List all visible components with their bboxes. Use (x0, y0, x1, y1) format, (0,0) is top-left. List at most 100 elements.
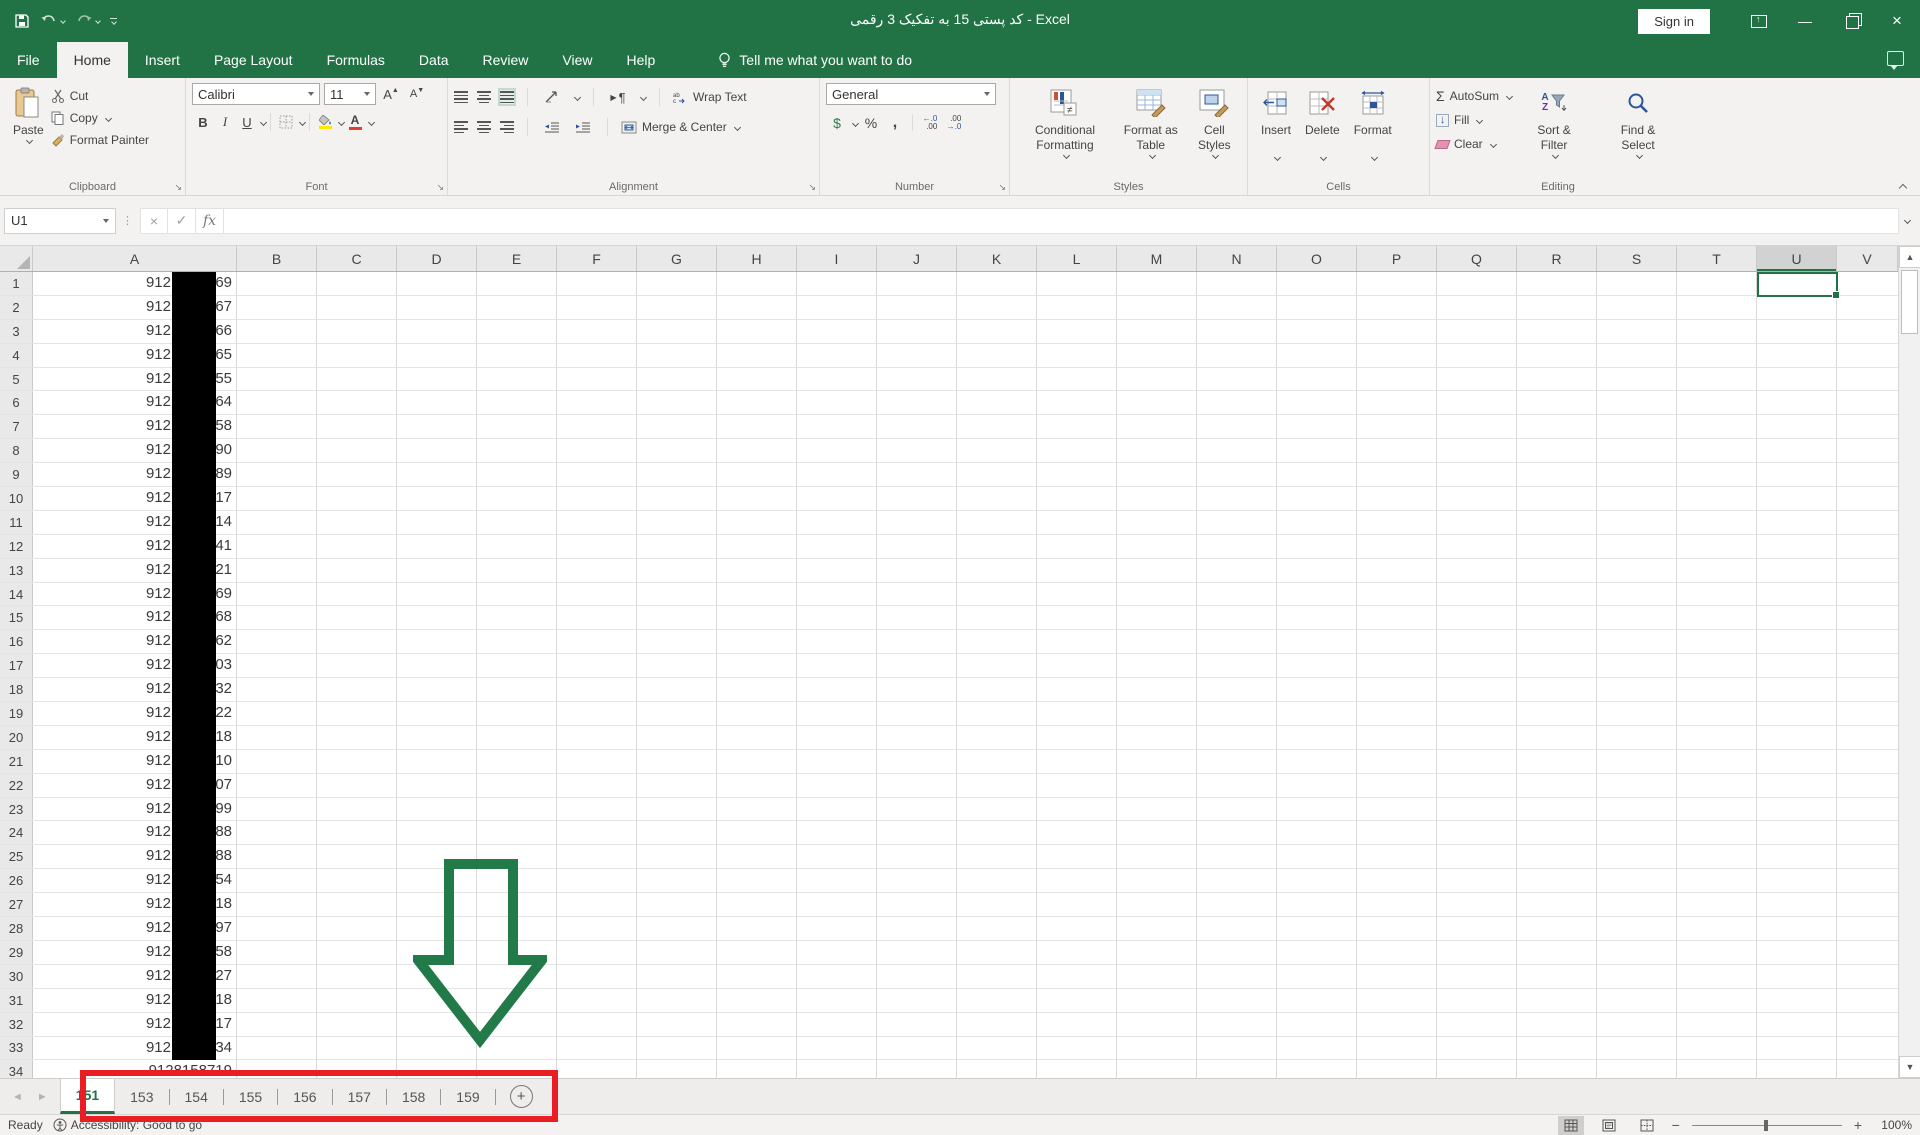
expand-formula-bar-icon[interactable] (1903, 216, 1912, 225)
bold-button[interactable]: B (192, 111, 214, 133)
conditional-formatting-button[interactable]: ≠ Conditional Formatting (1016, 83, 1114, 175)
tab-help[interactable]: Help (610, 42, 673, 78)
fill-color-icon[interactable] (314, 111, 336, 133)
cell-styles-dropdown-icon[interactable] (1212, 151, 1220, 160)
empty-cells-region[interactable] (237, 510, 1898, 534)
zoom-slider-thumb[interactable] (1763, 1119, 1768, 1131)
zoom-in-button[interactable]: + (1854, 1117, 1862, 1133)
row-header-32[interactable]: 32 (0, 1012, 33, 1036)
page-break-preview-icon[interactable] (1634, 1116, 1660, 1135)
tab-view[interactable]: View (545, 42, 609, 78)
reading-order-icon[interactable]: ▶ ¶ (607, 86, 629, 108)
row-header-8[interactable]: 8 (0, 439, 33, 463)
underline-button[interactable]: U (236, 111, 258, 133)
empty-cells-region[interactable] (237, 319, 1898, 343)
zoom-level[interactable]: 100% (1874, 1118, 1912, 1132)
row-header-19[interactable]: 19 (0, 702, 33, 725)
percent-style-button[interactable]: % (860, 112, 882, 134)
sheet-tab-155[interactable]: 155 (224, 1079, 277, 1114)
column-header-G[interactable]: G (637, 246, 717, 271)
reading-order-dropdown-icon[interactable] (639, 93, 648, 101)
row-header-9[interactable]: 9 (0, 463, 33, 487)
fill-dropdown-icon[interactable] (1476, 116, 1484, 124)
column-header-I[interactable]: I (797, 246, 877, 271)
column-header-J[interactable]: J (877, 246, 957, 271)
empty-cells-region[interactable] (237, 702, 1898, 725)
column-header-B[interactable]: B (237, 246, 317, 271)
paste-button[interactable]: Paste (6, 83, 51, 175)
empty-cells-region[interactable] (237, 725, 1898, 749)
tab-page-layout[interactable]: Page Layout (197, 42, 310, 78)
row-header-17[interactable]: 17 (0, 654, 33, 678)
empty-cells-region[interactable] (237, 439, 1898, 463)
row-header-10[interactable]: 10 (0, 487, 33, 510)
row-header-14[interactable]: 14 (0, 582, 33, 606)
next-sheet-icon[interactable]: ► (37, 1091, 48, 1103)
column-header-L[interactable]: L (1037, 246, 1117, 271)
empty-cells-region[interactable] (237, 678, 1898, 702)
empty-cells-region[interactable] (237, 797, 1898, 821)
empty-cells-region[interactable] (237, 415, 1898, 439)
accounting-dropdown-icon[interactable] (851, 119, 860, 127)
cell-styles-button[interactable]: Cell Styles (1188, 83, 1241, 175)
comments-icon[interactable] (1887, 51, 1904, 70)
sheet-tab-156[interactable]: 156 (278, 1079, 331, 1114)
empty-cells-region[interactable] (237, 487, 1898, 510)
alignment-dialog-launcher-icon[interactable]: ↘ (808, 182, 816, 193)
column-header-Q[interactable]: Q (1437, 246, 1517, 271)
new-sheet-button[interactable]: + (509, 1085, 533, 1108)
row-header-12[interactable]: 12 (0, 534, 33, 558)
increase-font-size-button[interactable]: A ▲ (380, 83, 402, 105)
insert-dropdown-icon[interactable] (1273, 153, 1282, 162)
accounting-format-button[interactable]: $ (826, 112, 848, 134)
increase-indent-icon[interactable] (572, 116, 594, 138)
empty-cells-region[interactable] (237, 654, 1898, 678)
tab-home[interactable]: Home (56, 42, 128, 78)
row-header-31[interactable]: 31 (0, 988, 33, 1012)
column-header-N[interactable]: N (1197, 246, 1277, 271)
tab-insert[interactable]: Insert (128, 42, 197, 78)
format-painter-button[interactable]: Format Painter (51, 129, 149, 151)
empty-cells-region[interactable] (237, 295, 1898, 319)
name-box-dropdown-icon[interactable] (103, 218, 109, 223)
clipboard-dialog-launcher-icon[interactable]: ↘ (174, 182, 182, 193)
column-header-E[interactable]: E (477, 246, 557, 271)
row-header-11[interactable]: 11 (0, 510, 33, 534)
row-header-20[interactable]: 20 (0, 725, 33, 749)
accessibility-status[interactable]: Accessibility: Good to go (53, 1118, 202, 1132)
find-select-dropdown-icon[interactable] (1635, 151, 1644, 160)
italic-button[interactable]: I (214, 111, 236, 133)
column-header-V[interactable]: V (1837, 246, 1898, 271)
font-family-select[interactable]: Calibri (192, 83, 320, 105)
close-button[interactable]: × (1874, 0, 1920, 42)
column-header-M[interactable]: M (1117, 246, 1197, 271)
customize-qat-icon[interactable] (110, 18, 117, 25)
save-icon[interactable] (14, 13, 30, 29)
tell-me-box[interactable]: Tell me what you want to do (718, 42, 912, 78)
copy-dropdown-icon[interactable] (104, 114, 112, 122)
merge-center-button[interactable]: Merge & Center (621, 116, 741, 138)
row-header-33[interactable]: 33 (0, 1036, 33, 1060)
empty-cells-region[interactable] (237, 463, 1898, 487)
page-layout-view-icon[interactable] (1596, 1116, 1622, 1135)
select-all-corner[interactable] (0, 246, 33, 271)
empty-cells-region[interactable] (237, 630, 1898, 654)
sheet-tab-153[interactable]: 153 (115, 1079, 168, 1114)
row-header-2[interactable]: 2 (0, 295, 33, 319)
empty-cells-region[interactable] (237, 773, 1898, 797)
undo-icon[interactable] (40, 14, 66, 28)
delete-dropdown-icon[interactable] (1320, 153, 1328, 162)
font-size-select[interactable]: 11 (324, 83, 376, 105)
sort-filter-dropdown-icon[interactable] (1552, 151, 1560, 160)
middle-align-button[interactable] (477, 90, 491, 104)
scroll-down-icon[interactable]: ▼ (1899, 1056, 1920, 1078)
zoom-slider[interactable] (1691, 1119, 1842, 1131)
tab-formulas[interactable]: Formulas (310, 42, 402, 78)
decrease-font-size-button[interactable]: A ▼ (406, 83, 428, 105)
column-header-R[interactable]: R (1517, 246, 1597, 271)
restore-button[interactable] (1828, 0, 1874, 42)
fill-button[interactable]: ↓ Fill (1436, 109, 1512, 131)
paste-dropdown-icon[interactable] (26, 136, 34, 145)
delete-cells-button[interactable]: Delete (1298, 83, 1347, 175)
collapse-ribbon-icon[interactable] (1898, 183, 1908, 193)
